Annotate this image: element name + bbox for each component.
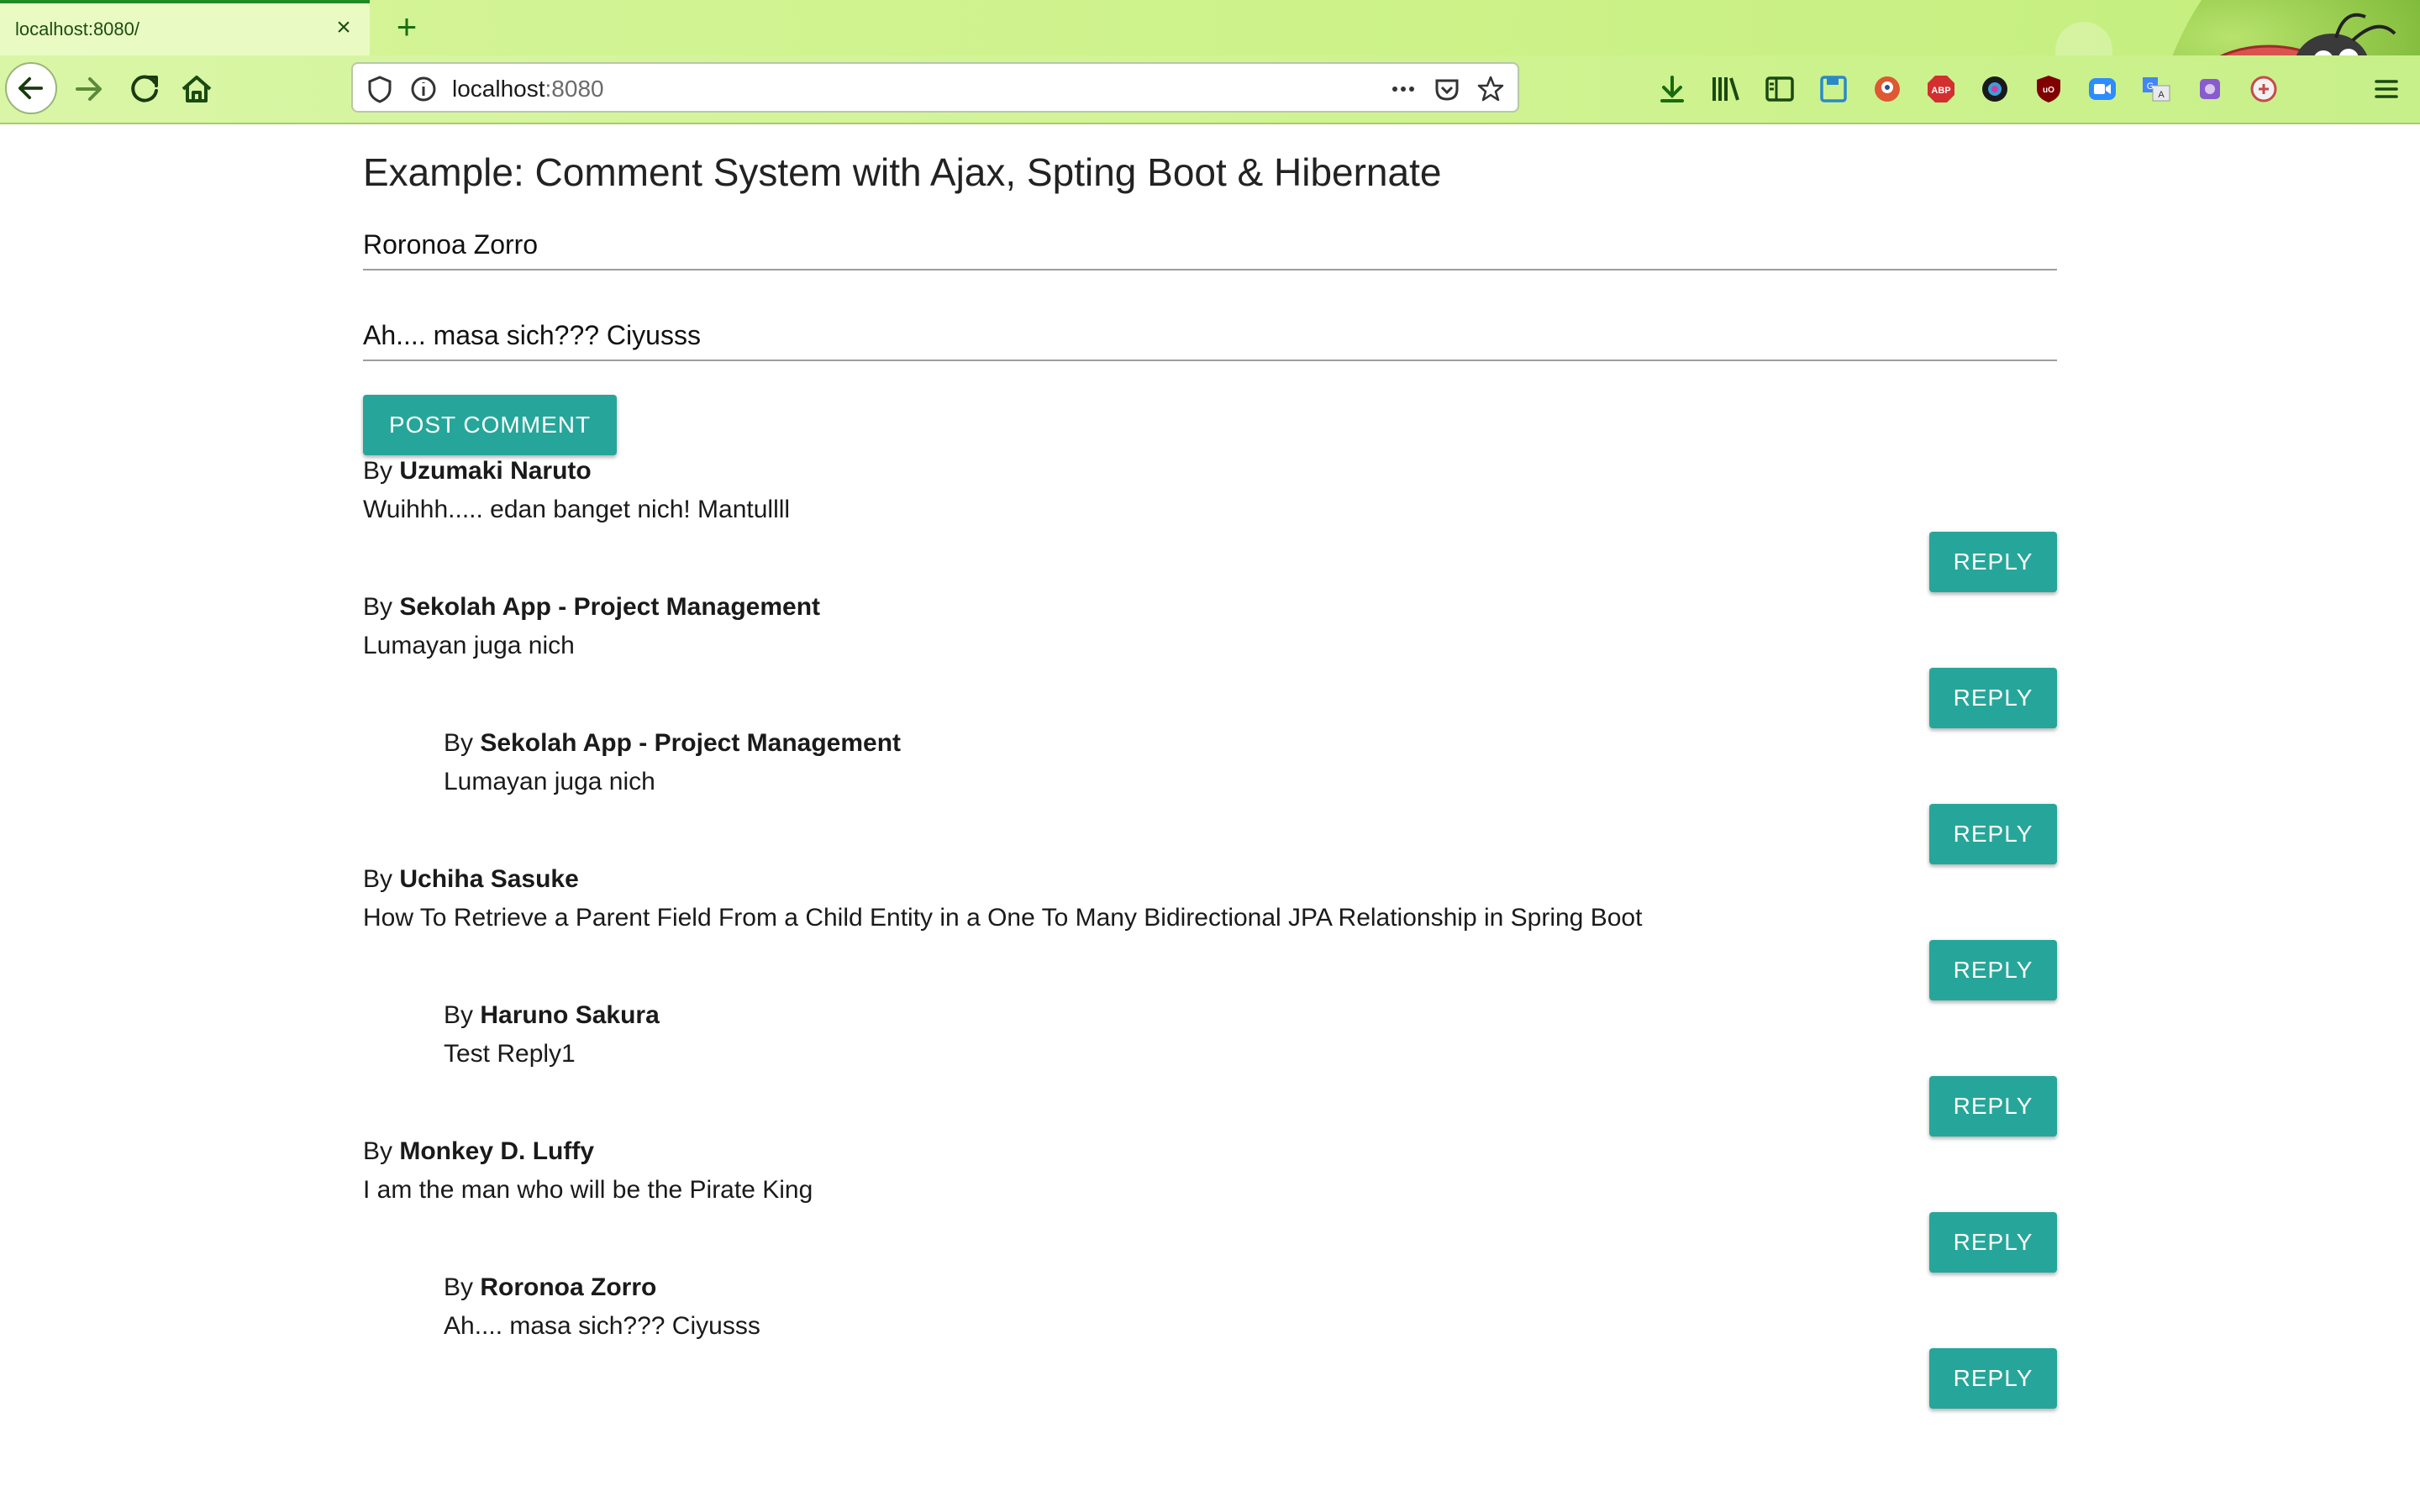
svg-text:ABP: ABP — [1931, 86, 1950, 96]
close-icon[interactable]: × — [329, 13, 358, 42]
plus-icon[interactable]: + — [388, 8, 425, 45]
reply-button[interactable]: REPLY — [1929, 1212, 2057, 1273]
bookmark-star-icon[interactable] — [1474, 72, 1507, 106]
reply-item: By Roronoa Zorro Ah.... masa sich??? Ciy… — [444, 1273, 1956, 1341]
by-prefix: By — [363, 1137, 393, 1165]
comment-byline: By Monkey D. Luffy — [363, 1137, 1876, 1166]
comment-text: How To Retrieve a Parent Field From a Ch… — [363, 904, 1643, 932]
comment-item: By Uzumaki Naruto Wuihhh..... edan bange… — [363, 457, 1876, 524]
svg-text:A: A — [2158, 90, 2165, 100]
by-prefix: By — [444, 1273, 474, 1301]
duckduckgo-icon[interactable] — [1869, 71, 1906, 108]
name-field[interactable] — [363, 220, 2057, 270]
svg-text:G: G — [2147, 81, 2154, 92]
comment-field[interactable] — [363, 311, 2057, 361]
comment-author: Haruno Sakura — [480, 1001, 660, 1029]
reply-button[interactable]: REPLY — [1929, 940, 2057, 1000]
comment-author: Sekolah App - Project Management — [480, 729, 902, 757]
library-icon[interactable] — [1707, 71, 1744, 108]
comment-byline: By Sekolah App - Project Management — [444, 729, 1956, 758]
comment-text: Wuihhh..... edan banget nich! Mantullll — [363, 496, 791, 523]
page-title: Example: Comment System with Ajax, Sptin… — [363, 150, 1442, 194]
comment-byline: By Roronoa Zorro — [444, 1273, 1956, 1302]
reply-item: By Sekolah App - Project Management Luma… — [444, 729, 1956, 796]
comment-byline: By Haruno Sakura — [444, 1001, 1956, 1030]
comment-author: Uzumaki Naruto — [399, 457, 592, 485]
reload-button[interactable] — [121, 66, 168, 113]
download-icon[interactable] — [1654, 71, 1691, 108]
address-bar[interactable]: localhost:8080 — [351, 62, 1519, 113]
zoom-icon[interactable] — [2084, 71, 2121, 108]
translate-icon[interactable]: GA — [2138, 71, 2175, 108]
by-prefix: By — [363, 593, 393, 621]
reply-button[interactable]: REPLY — [1929, 804, 2057, 864]
comment-text: Lumayan juga nich — [444, 768, 655, 795]
back-button[interactable] — [5, 62, 57, 114]
comment-text: Ah.... masa sich??? Ciyusss — [444, 1312, 760, 1340]
comment-item: By Uchiha Sasuke How To Retrieve a Paren… — [363, 865, 1876, 932]
home-button[interactable] — [173, 66, 220, 113]
comment-author: Roronoa Zorro — [480, 1273, 657, 1301]
forward-button[interactable] — [66, 66, 113, 113]
url-text[interactable]: localhost:8080 — [452, 76, 604, 102]
extension-icon[interactable] — [2191, 71, 2228, 108]
browser-tab[interactable]: localhost:8080/ × — [0, 0, 370, 55]
comment-author: Uchiha Sasuke — [399, 865, 579, 893]
url-host: localhost — [452, 76, 545, 102]
comment-byline: By Uzumaki Naruto — [363, 457, 1876, 486]
forward-arrow-icon — [76, 77, 102, 101]
camera-icon[interactable] — [1976, 71, 2013, 108]
reply-button[interactable]: REPLY — [1929, 532, 2057, 592]
home-icon — [182, 76, 212, 102]
post-comment-button[interactable]: POST COMMENT — [363, 395, 617, 455]
comment-item: By Sekolah App - Project Management Luma… — [363, 593, 1876, 660]
by-prefix: By — [444, 729, 474, 757]
by-prefix: By — [444, 1001, 474, 1029]
tab-title: localhost:8080/ — [15, 18, 139, 39]
comment-byline: By Uchiha Sasuke — [363, 865, 1876, 894]
reply-button[interactable]: REPLY — [1929, 1348, 2057, 1409]
comment-byline: By Sekolah App - Project Management — [363, 593, 1876, 622]
comment-item: By Monkey D. Luffy I am the man who will… — [363, 1137, 1876, 1205]
save-icon[interactable] — [1815, 71, 1852, 108]
reply-item: By Haruno Sakura Test Reply1 — [444, 1001, 1956, 1068]
sidebar-icon[interactable] — [1761, 71, 1798, 108]
reply-button[interactable]: REPLY — [1929, 1076, 2057, 1137]
comment-text: Test Reply1 — [444, 1040, 576, 1068]
pocket-icon[interactable] — [1430, 72, 1464, 106]
navigation-toolbar: localhost:8080 ABP uO GA — [0, 55, 2420, 124]
comment-text: Lumayan juga nich — [363, 632, 575, 659]
comment-author: Monkey D. Luffy — [399, 1137, 595, 1165]
by-prefix: By — [363, 865, 393, 893]
reply-button[interactable]: REPLY — [1929, 668, 2057, 728]
adblock-icon[interactable]: ABP — [1923, 71, 1960, 108]
info-icon[interactable] — [407, 72, 440, 106]
menu-icon[interactable] — [2368, 71, 2405, 108]
reload-icon — [131, 75, 158, 102]
shield-icon[interactable] — [363, 72, 397, 106]
ublock-icon[interactable]: uO — [2030, 71, 2067, 108]
back-arrow-icon — [18, 76, 44, 100]
svg-text:uO: uO — [2043, 86, 2054, 95]
comment-text: I am the man who will be the Pirate King — [363, 1176, 813, 1204]
more-actions-icon[interactable] — [1386, 72, 1420, 106]
extension-icon[interactable] — [2245, 71, 2282, 108]
url-port: :8080 — [544, 76, 604, 102]
by-prefix: By — [363, 457, 393, 485]
comment-author: Sekolah App - Project Management — [399, 593, 821, 621]
